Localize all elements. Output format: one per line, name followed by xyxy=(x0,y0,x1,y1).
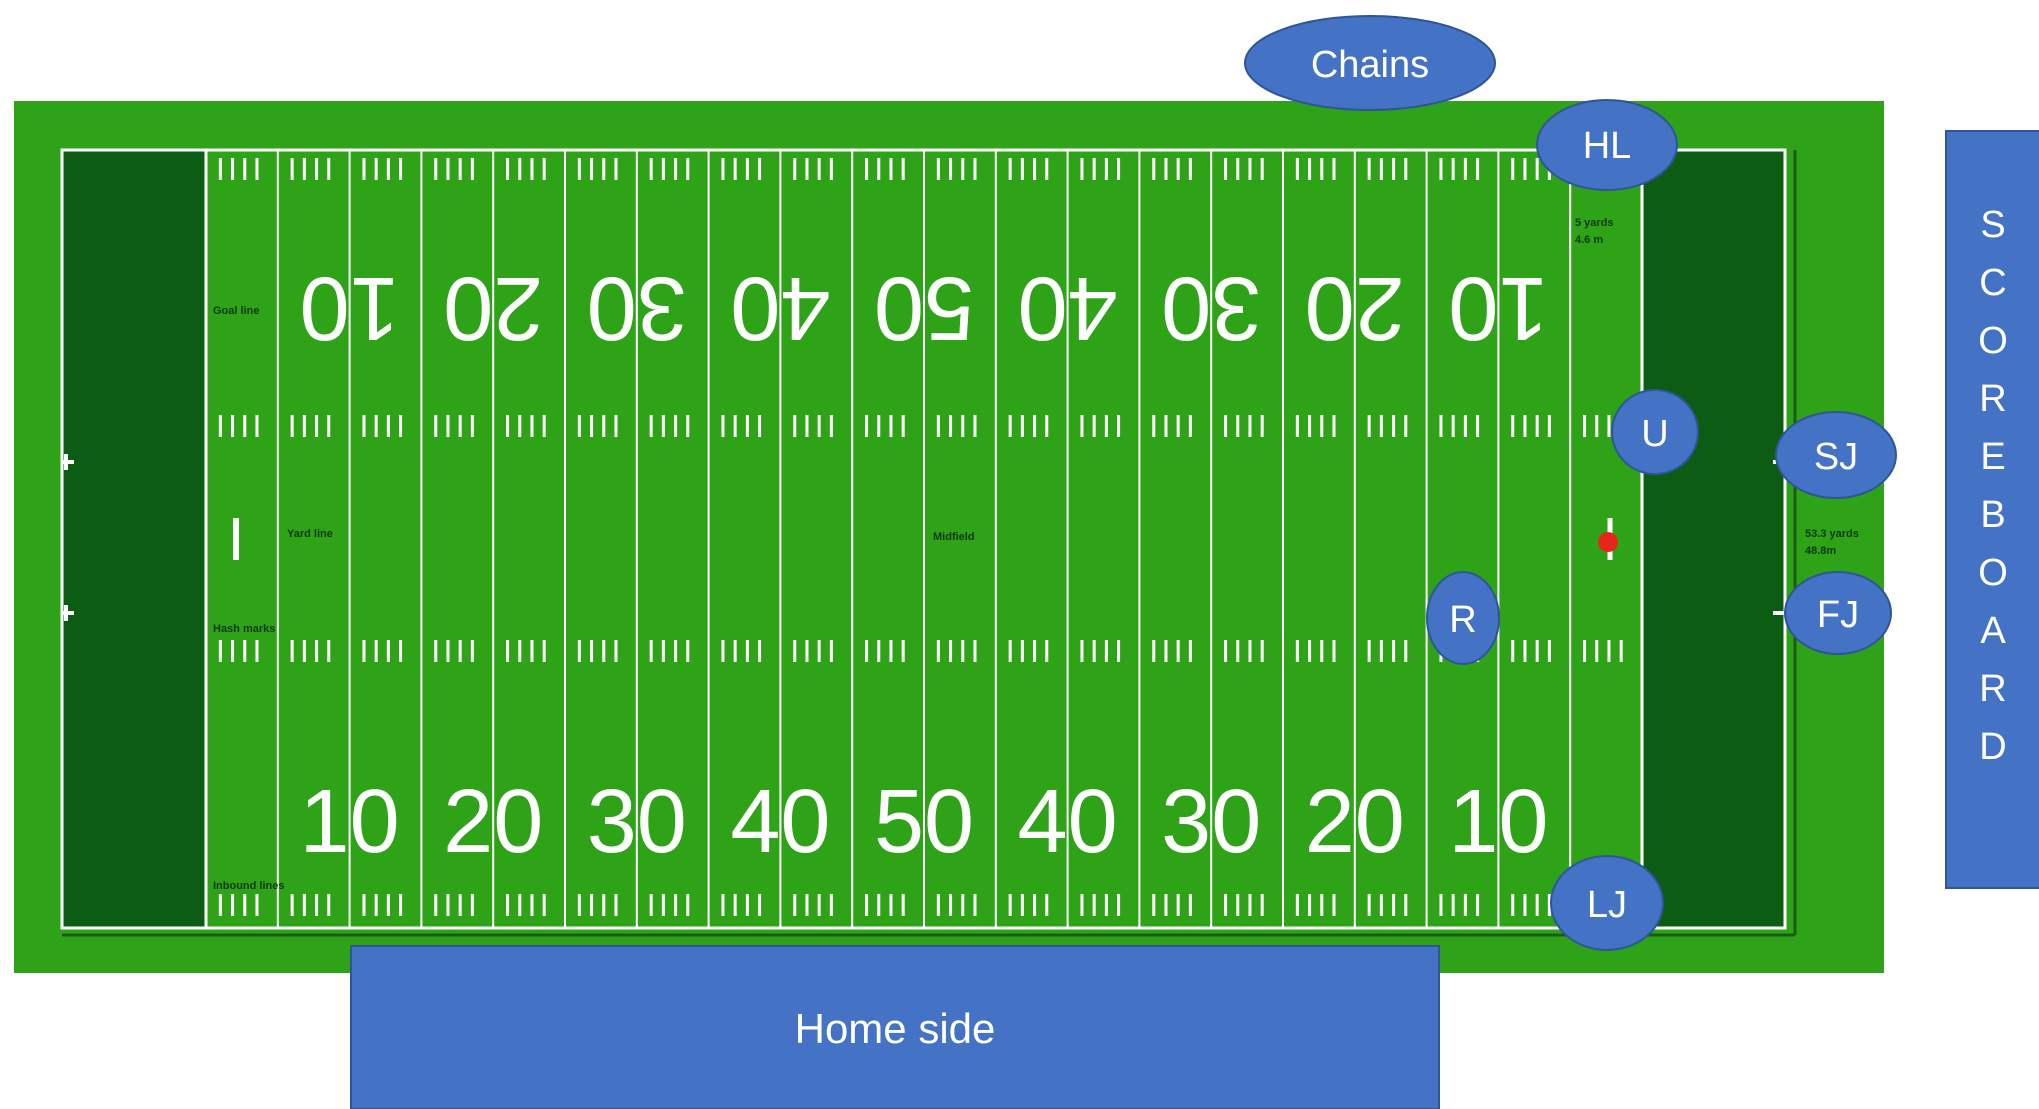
fj-label: FJ xyxy=(1817,594,1859,636)
scoreboard-letter: S xyxy=(1980,204,2005,246)
r-label: R xyxy=(1449,599,1476,641)
football-field-diagram: 10 20 30 40 50 40 30 20 10 10 20 30 40 50 40 30 20 10 Go… xyxy=(14,15,2039,1109)
yard-number-bottom: 20 xyxy=(443,772,543,872)
scoreboard-letter: O xyxy=(1978,552,2008,594)
scoreboard-letter: E xyxy=(1980,436,2005,478)
yard-number-bottom: 50 xyxy=(874,772,974,872)
yard-number-top: 10 xyxy=(300,258,400,358)
yard-number-top: 30 xyxy=(587,258,687,358)
yard-number-bottom: 30 xyxy=(587,772,687,872)
football-ball xyxy=(1598,532,1618,552)
yard-number-bottom: 10 xyxy=(1448,772,1548,872)
five-yards-metric-label: 4.6 m xyxy=(1575,234,1603,246)
yard-number-top: 40 xyxy=(730,258,830,358)
yard-numbers-top: 10 20 30 40 50 40 30 20 10 xyxy=(300,258,1549,358)
yard-number-top: 40 xyxy=(1018,258,1118,358)
scoreboard-letter: B xyxy=(1980,494,2005,536)
scoreboard: SCOREBOARD xyxy=(1945,130,2039,889)
five-yards-label: 5 yards xyxy=(1575,217,1614,229)
yard-number-top: 10 xyxy=(1448,258,1548,358)
official-sj: SJ xyxy=(1775,411,1897,499)
yard-number-top: 20 xyxy=(1305,258,1405,358)
field-width-metric-label: 48.8m xyxy=(1805,545,1836,557)
scoreboard-letter: R xyxy=(1979,668,2006,710)
scoreboard-letter: R xyxy=(1979,378,2006,420)
chains-label: Chains xyxy=(1311,44,1429,86)
yard-line-label: Yard line xyxy=(287,528,333,540)
scoreboard-letter: D xyxy=(1979,726,2006,768)
inbound-lines-label: Inbound lines xyxy=(213,880,285,892)
scoreboard-letter: C xyxy=(1979,262,2006,304)
yard-number-top: 30 xyxy=(1161,258,1261,358)
yard-number-bottom: 40 xyxy=(730,772,830,872)
yard-number-top: 20 xyxy=(443,258,543,358)
goal-line-label: Goal line xyxy=(213,305,259,317)
scoreboard-letter: A xyxy=(1980,610,2006,652)
yard-number-top: 50 xyxy=(874,258,974,358)
lj-label: LJ xyxy=(1587,884,1627,926)
field-width-label: 53.3 yards xyxy=(1805,528,1859,540)
u-label: U xyxy=(1641,413,1668,455)
official-chains: Chains xyxy=(1244,15,1496,111)
home-side-label: Home side xyxy=(795,1005,996,1052)
sj-label: SJ xyxy=(1814,436,1858,478)
official-hl: HL xyxy=(1536,99,1678,191)
midfield-label: Midfield xyxy=(933,531,975,543)
official-r: R xyxy=(1426,571,1500,665)
official-u: U xyxy=(1611,389,1699,475)
official-lj: LJ xyxy=(1550,855,1664,951)
right-endzone xyxy=(1642,150,1785,928)
yard-number-bottom: 30 xyxy=(1161,772,1261,872)
official-fj: FJ xyxy=(1784,571,1892,655)
hash-marks-label: Hash marks xyxy=(213,623,275,635)
yard-number-bottom: 20 xyxy=(1305,772,1405,872)
left-endzone xyxy=(62,150,206,928)
scoreboard-letter: O xyxy=(1978,320,2008,362)
yard-number-bottom: 10 xyxy=(300,772,400,872)
yard-numbers-bottom: 10 20 30 40 50 40 30 20 10 xyxy=(300,772,1549,872)
home-side-area: Home side xyxy=(350,945,1440,1109)
yard-number-bottom: 40 xyxy=(1018,772,1118,872)
hl-label: HL xyxy=(1583,125,1632,167)
